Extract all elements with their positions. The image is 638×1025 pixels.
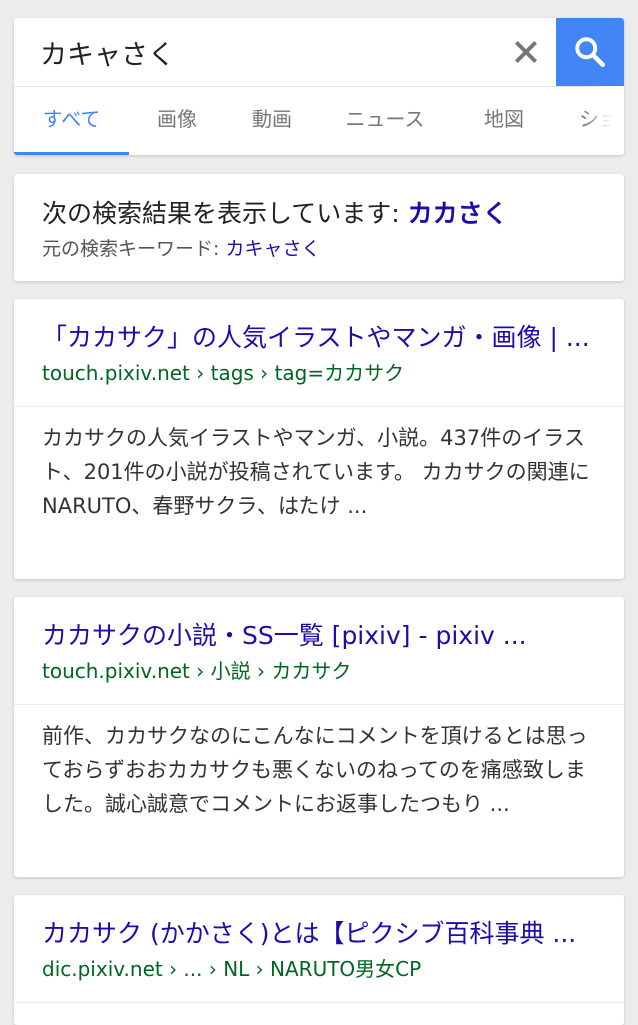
search-bar	[14, 18, 624, 87]
search-button[interactable]	[556, 18, 624, 86]
result-header: カカサク (かかさく)とは【ピクシブ百科事典 ... dic.pixiv.net…	[14, 895, 624, 1003]
search-tabs: すべて 画像 動画 ニュース 地図 ショ	[14, 86, 624, 155]
original-query-line: 元の検索キーワード: カキャさく	[42, 234, 320, 261]
tab-images[interactable]: 画像	[129, 86, 225, 155]
search-result: カカサク (かかさく)とは【ピクシブ百科事典 ... dic.pixiv.net…	[14, 895, 624, 1025]
original-query-prefix: 元の検索キーワード:	[42, 238, 226, 260]
clear-search-button[interactable]	[508, 34, 544, 70]
spelling-correction-card: 次の検索結果を表示しています: カカさく 元の検索キーワード: カキャさく	[14, 174, 624, 281]
result-title-link[interactable]: カカサク (かかさく)とは【ピクシブ百科事典 ...	[42, 915, 596, 952]
tabs-fade	[584, 86, 624, 155]
result-url: dic.pixiv.net › ... › NL › NARUTO男女CP	[42, 957, 422, 981]
close-icon	[514, 40, 538, 64]
result-title-link[interactable]: カカサクの小説・SS一覧 [pixiv] - pixiv ...	[42, 617, 596, 654]
corrected-query-link[interactable]: カカさく	[408, 199, 508, 228]
result-snippet: 前作、カカサクなのにこんなにコメントを頂けるとは思っておらずおおカカサクも悪くな…	[42, 724, 588, 816]
tab-news[interactable]: ニュース	[319, 86, 451, 155]
tab-maps[interactable]: 地図	[451, 86, 557, 155]
tab-videos[interactable]: 動画	[225, 86, 319, 155]
original-query-link[interactable]: カキャさく	[225, 238, 320, 260]
search-result: カカサクの小説・SS一覧 [pixiv] - pixiv ... touch.p…	[14, 597, 624, 877]
showing-results-prefix: 次の検索結果を表示しています:	[42, 199, 408, 228]
result-snippet: カカサクの人気イラストやマンガ、小説。437件のイラスト、201件の小説が投稿さ…	[42, 426, 590, 518]
search-icon	[575, 37, 605, 67]
tab-all[interactable]: すべて	[14, 86, 129, 155]
search-header: すべて 画像 動画 ニュース 地図 ショ	[14, 18, 624, 155]
search-result: 「カカサク」の人気イラストやマンガ・画像 | ... touch.pixiv.n…	[14, 299, 624, 579]
search-input[interactable]	[40, 30, 500, 74]
result-header: 「カカサク」の人気イラストやマンガ・画像 | ... touch.pixiv.n…	[14, 299, 624, 407]
result-header: カカサクの小説・SS一覧 [pixiv] - pixiv ... touch.p…	[14, 597, 624, 705]
result-title-link[interactable]: 「カカサク」の人気イラストやマンガ・画像 | ...	[42, 319, 596, 356]
result-url: touch.pixiv.net › 小説 › カカサク	[42, 659, 352, 683]
showing-results-line: 次の検索結果を表示しています: カカさく	[42, 194, 508, 230]
result-url: touch.pixiv.net › tags › tag=カカサク	[42, 361, 405, 385]
